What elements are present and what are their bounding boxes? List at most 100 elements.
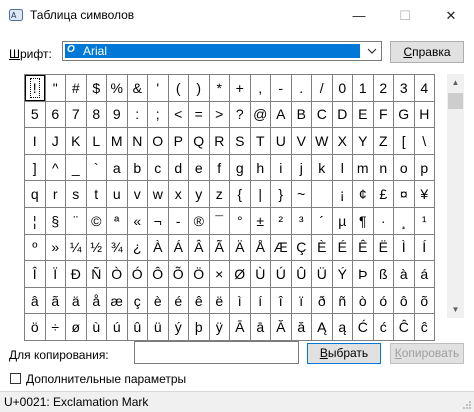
char-cell[interactable]: c	[148, 154, 169, 182]
char-cell[interactable]: ²	[271, 207, 292, 235]
char-cell[interactable]: ô	[394, 287, 415, 315]
char-cell[interactable]: Ā	[230, 314, 251, 341]
char-cell[interactable]: ß	[373, 261, 394, 288]
char-cell[interactable]: Ã	[209, 234, 230, 262]
char-cell[interactable]: ¹	[414, 207, 435, 235]
char-cell[interactable]: Â	[189, 234, 210, 262]
char-cell[interactable]: Æ	[271, 234, 292, 262]
char-cell[interactable]: ;	[148, 101, 169, 129]
char-cell[interactable]: $	[86, 75, 107, 102]
copy-input[interactable]	[134, 341, 299, 364]
char-cell[interactable]: Ò	[107, 261, 128, 288]
char-cell[interactable]: 5	[25, 101, 46, 129]
char-cell[interactable]: ĉ	[414, 314, 435, 341]
select-button[interactable]: Выбрать	[307, 343, 381, 364]
char-cell[interactable]: Ç	[291, 234, 312, 262]
char-cell[interactable]: /	[312, 75, 333, 102]
char-cell[interactable]: G	[394, 101, 415, 129]
char-cell[interactable]: î	[271, 287, 292, 315]
char-cell[interactable]: ¨	[66, 207, 87, 235]
char-cell[interactable]: Ă	[271, 314, 292, 341]
char-cell[interactable]: ï	[291, 287, 312, 315]
char-cell[interactable]: Ï	[45, 261, 66, 288]
char-cell[interactable]: Ý	[332, 261, 353, 288]
char-cell[interactable]: v	[127, 181, 148, 208]
char-cell[interactable]: ¦	[25, 207, 46, 235]
char-cell[interactable]: Å	[250, 234, 271, 262]
char-cell[interactable]: À	[148, 234, 169, 262]
close-button[interactable]: ✕	[428, 0, 474, 31]
char-cell[interactable]: -	[271, 75, 292, 102]
char-cell[interactable]: <	[168, 101, 189, 129]
char-cell[interactable]: *	[209, 75, 230, 102]
char-cell[interactable]: ³	[291, 207, 312, 235]
char-cell[interactable]: Î	[25, 261, 46, 288]
char-cell[interactable]: {	[230, 181, 251, 208]
char-cell[interactable]: y	[189, 181, 210, 208]
char-cell[interactable]: W	[312, 128, 333, 155]
char-cell[interactable]: ă	[291, 314, 312, 341]
char-cell[interactable]: O	[148, 128, 169, 155]
char-cell[interactable]: g	[230, 154, 251, 182]
char-cell[interactable]: ò	[353, 287, 374, 315]
char-cell[interactable]: 6	[45, 101, 66, 129]
char-cell[interactable]: Õ	[168, 261, 189, 288]
char-cell[interactable]: Í	[414, 234, 435, 262]
char-cell[interactable]: [	[394, 128, 415, 155]
char-cell[interactable]: !	[25, 75, 46, 102]
char-cell[interactable]: ó	[373, 287, 394, 315]
char-cell[interactable]: :	[127, 101, 148, 129]
char-cell[interactable]: å	[86, 287, 107, 315]
char-cell[interactable]: |	[250, 181, 271, 208]
char-cell[interactable]: Ê	[353, 234, 374, 262]
char-cell[interactable]: Ì	[394, 234, 415, 262]
char-cell[interactable]: Ä	[230, 234, 251, 262]
char-cell[interactable]: Q	[189, 128, 210, 155]
char-cell[interactable]: ą	[332, 314, 353, 341]
char-cell[interactable]: F	[373, 101, 394, 129]
char-cell[interactable]: s	[66, 181, 87, 208]
char-cell[interactable]: &	[127, 75, 148, 102]
char-cell[interactable]: 2	[373, 75, 394, 102]
scroll-down-arrow-icon[interactable]: ▼	[447, 301, 464, 318]
char-cell[interactable]: ć	[373, 314, 394, 341]
char-cell[interactable]: Ö	[189, 261, 210, 288]
char-cell[interactable]: I	[25, 128, 46, 155]
char-cell[interactable]: 9	[107, 101, 128, 129]
char-cell[interactable]: ·	[373, 207, 394, 235]
char-cell[interactable]: £	[373, 181, 394, 208]
char-cell[interactable]: ¤	[394, 181, 415, 208]
char-cell[interactable]: ©	[86, 207, 107, 235]
scroll-up-arrow-icon[interactable]: ▲	[447, 74, 464, 91]
char-cell[interactable]: `	[86, 154, 107, 182]
char-cell[interactable]: °	[230, 207, 251, 235]
char-cell[interactable]: w	[148, 181, 169, 208]
char-cell[interactable]: É	[332, 234, 353, 262]
char-cell[interactable]: N	[127, 128, 148, 155]
char-cell[interactable]: k	[312, 154, 333, 182]
char-cell[interactable]: ì	[230, 287, 251, 315]
char-cell[interactable]: K	[66, 128, 87, 155]
char-cell[interactable]: 7	[66, 101, 87, 129]
char-cell[interactable]: ¢	[353, 181, 374, 208]
char-cell[interactable]: m	[353, 154, 374, 182]
char-cell[interactable]: S	[230, 128, 251, 155]
char-cell[interactable]: 8	[86, 101, 107, 129]
char-cell[interactable]: f	[209, 154, 230, 182]
char-cell[interactable]: H	[414, 101, 435, 129]
char-cell[interactable]: @	[250, 101, 271, 129]
char-cell[interactable]: R	[209, 128, 230, 155]
scroll-thumb[interactable]	[448, 93, 463, 109]
char-cell[interactable]: ÿ	[209, 314, 230, 341]
char-cell[interactable]: È	[312, 234, 333, 262]
char-cell[interactable]: ¥	[414, 181, 435, 208]
char-cell[interactable]: í	[250, 287, 271, 315]
char-cell[interactable]: ð	[312, 287, 333, 315]
char-cell[interactable]: Ą	[312, 314, 333, 341]
char-cell[interactable]: ä	[66, 287, 87, 315]
char-cell[interactable]: z	[209, 181, 230, 208]
char-cell[interactable]: Ú	[271, 261, 292, 288]
char-cell[interactable]: õ	[414, 287, 435, 315]
char-cell[interactable]: q	[25, 181, 46, 208]
char-cell[interactable]: Y	[353, 128, 374, 155]
